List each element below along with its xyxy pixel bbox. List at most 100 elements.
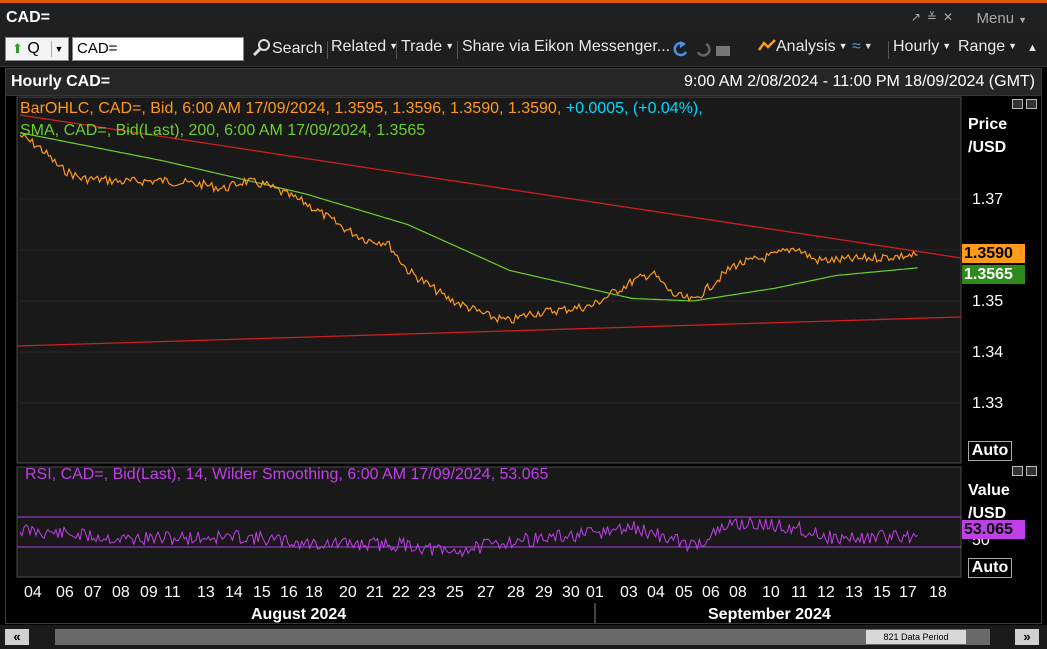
chart-window: Hourly CAD= 9:00 AM 2/08/2024 - 11:00 PM…	[5, 68, 1042, 624]
ric-input[interactable]: CAD=	[72, 37, 244, 61]
undo-redo-icons[interactable]	[670, 40, 732, 60]
rsi-legend: RSI, CAD=, Bid(Last), 14, Wilder Smoothi…	[25, 466, 549, 483]
trend-icon	[757, 39, 776, 51]
analysis-button[interactable]: Analysis ▼	[757, 38, 848, 56]
price-axis-label-1: Price	[968, 116, 1008, 133]
price-axis-label-2: /USD	[968, 139, 1007, 156]
last-price-tag: 1.3590	[962, 244, 1025, 263]
interval-button[interactable]: Hourly ▼	[893, 38, 951, 56]
share-label: Share via Eikon Messenger...	[462, 38, 671, 55]
share-button[interactable]: Share via Eikon Messenger...	[462, 38, 670, 56]
x-axis-labels: 04 06 07 08 09 11 13 14 15 16 18 20 21 22 23 25 27 28 29 30…	[24, 584, 947, 601]
rsi-axis-label-1: Value	[968, 482, 1010, 499]
related-label: Related	[331, 38, 387, 55]
quote-label: Q	[27, 40, 40, 57]
data-period-indicator[interactable]: 821 Data Period	[866, 630, 966, 644]
chart-header: Hourly CAD= 9:00 AM 2/08/2024 - 11:00 PM…	[6, 69, 1041, 96]
x-tick-label: 27	[477, 584, 495, 601]
price-tick: 1.35	[972, 293, 1003, 310]
search-icon	[252, 39, 270, 57]
price-axis-label: Price /USD	[968, 113, 1007, 159]
divider	[888, 41, 889, 59]
interval-label: Hourly	[893, 38, 940, 55]
divider	[396, 41, 397, 59]
divider	[457, 41, 458, 59]
x-tick-label: 04	[647, 584, 665, 601]
trade-button[interactable]: Trade ▼	[401, 38, 454, 56]
x-tick-label: 06	[56, 584, 74, 601]
x-tick-label: 29	[535, 584, 553, 601]
price-panel	[16, 96, 962, 464]
quote-dropdown[interactable]: ⬆ Q ▼	[5, 37, 69, 61]
x-tick-label: 23	[418, 584, 436, 601]
up-arrow-icon: ⬆	[12, 41, 23, 56]
scroll-right-icon[interactable]: »	[1015, 629, 1039, 645]
rsi-axis-label: Value /USD	[968, 479, 1010, 525]
x-tick-label: 21	[366, 584, 384, 601]
price-tick: 1.37	[972, 191, 1003, 208]
rsi-value-tag: 53.065	[962, 520, 1025, 539]
search-button[interactable]: Search	[252, 38, 323, 58]
price-tick: 1.33	[972, 395, 1003, 412]
x-tick-label: 28	[507, 584, 525, 601]
scroll-track[interactable]	[55, 629, 990, 645]
x-tick-label: 04	[24, 584, 42, 601]
restore-icon[interactable]	[1012, 99, 1023, 109]
close-icon[interactable]	[1026, 99, 1037, 109]
x-tick-label: 13	[845, 584, 863, 601]
x-tick-label: 15	[873, 584, 891, 601]
bar-change: +0.0005, (+0.04%),	[565, 100, 703, 117]
x-tick-label: 03	[620, 584, 638, 601]
toolbar: ⬆ Q ▼ CAD= Search Related ▼ Trade ▼ Share v…	[0, 33, 1047, 67]
x-tick-label: 16	[280, 584, 298, 601]
chart-title: Hourly CAD=	[11, 73, 111, 90]
bar-legend-text: BarOHLC, CAD=, Bid, 6:00 AM 17/09/2024, …	[20, 100, 562, 117]
x-tick-label: 05	[675, 584, 693, 601]
search-label: Search	[272, 40, 323, 57]
chart-style-button[interactable]: ≈ ▼	[852, 38, 873, 56]
time-scroller: « 821 Data Period »	[0, 625, 1047, 649]
x-tick-label: 20	[339, 584, 357, 601]
x-tick-label: 01	[586, 584, 604, 601]
chart-canvas[interactable]: 1.37 1.35 1.34 1.33 50 04 06 07 08 09 11 13 14 1…	[6, 95, 1041, 623]
x-tick-label: 18	[305, 584, 323, 601]
x-tick-label: 12	[817, 584, 835, 601]
price-tick: 1.34	[972, 344, 1003, 361]
x-tick-label: 08	[112, 584, 130, 601]
close-icon[interactable]	[1026, 466, 1037, 476]
x-tick-label: 18	[929, 584, 947, 601]
x-tick-label: 06	[702, 584, 720, 601]
price-auto-button[interactable]: Auto	[968, 441, 1012, 461]
wave-icon: ≈	[852, 38, 861, 55]
window-controls-icon[interactable]: ↗≚✕	[911, 10, 959, 24]
menu-label: Menu	[976, 10, 1015, 27]
range-button[interactable]: Range ▼	[958, 38, 1017, 56]
x-tick-label: 10	[762, 584, 780, 601]
bar-legend: BarOHLC, CAD=, Bid, 6:00 AM 17/09/2024, …	[20, 100, 703, 118]
menu-button[interactable]: Menu ▼	[977, 10, 1027, 27]
x-tick-label: 07	[84, 584, 102, 601]
trade-label: Trade	[401, 38, 443, 55]
analysis-label: Analysis	[776, 38, 836, 55]
x-tick-label: 15	[253, 584, 271, 601]
range-label: Range	[958, 38, 1006, 55]
divider	[327, 41, 328, 59]
chevron-down-icon[interactable]: ▼	[51, 41, 66, 57]
x-tick-label: 11	[791, 584, 808, 601]
x-tick-label: 30	[562, 584, 580, 601]
x-tick-label: 25	[446, 584, 464, 601]
x-tick-label: 14	[225, 584, 243, 601]
month-label: September 2024	[708, 606, 831, 623]
x-tick-label: 17	[899, 584, 917, 601]
restore-icon[interactable]	[1012, 466, 1023, 476]
more-icon[interactable]: ▲	[1027, 42, 1038, 54]
scroll-left-icon[interactable]: «	[5, 629, 29, 645]
window-title: CAD=	[6, 9, 51, 26]
x-tick-label: 13	[197, 584, 215, 601]
month-label: August 2024	[251, 606, 346, 623]
x-tick-label: 08	[729, 584, 747, 601]
related-button[interactable]: Related ▼	[331, 38, 398, 56]
chart-date-range: 9:00 AM 2/08/2024 - 11:00 PM 18/09/2024 …	[683, 73, 1035, 90]
rsi-auto-button[interactable]: Auto	[968, 558, 1012, 578]
sma-value-tag: 1.3565	[962, 265, 1025, 284]
